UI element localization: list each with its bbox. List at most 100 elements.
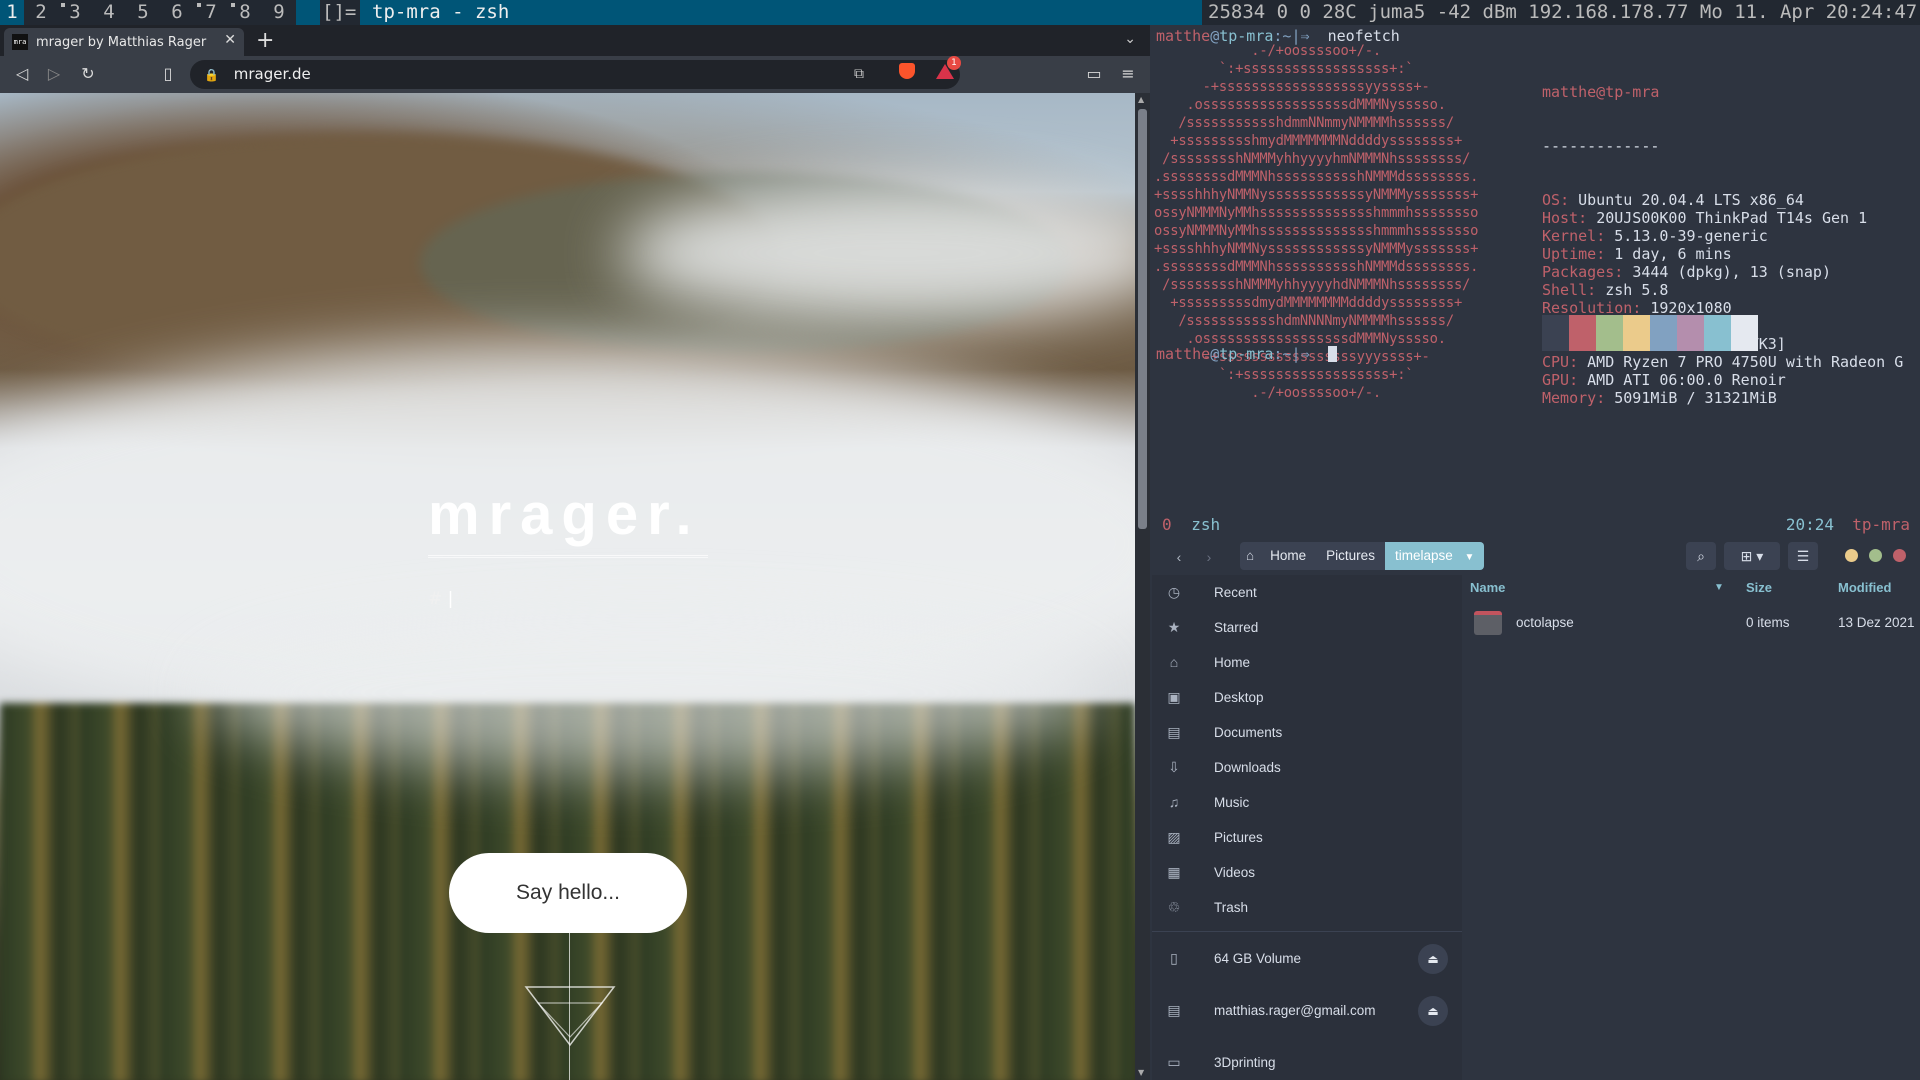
neofetch-info: matthe@tp-mra ------------- OS: Ubuntu 2… [1542,47,1903,443]
address-bar[interactable]: 🔒 mrager.de ⧉ [190,60,960,89]
ascii-line: `:+ssssssssssssssssss+:` [1154,61,1414,77]
page-scrollbar[interactable]: ▲ ▼ [1135,93,1150,1080]
trash-icon: ♲ [1167,899,1181,915]
brand-underline [428,555,708,558]
info-key: OS [1542,191,1561,209]
eject-icon[interactable]: ⏏ [1418,996,1448,1026]
browser-tab[interactable]: mra mrager by Matthias Rager ✕ [4,28,244,56]
scrollbar-thumb[interactable] [1138,109,1147,529]
home-icon: ⌂ [1169,654,1179,670]
sidebar-item-bookmark[interactable]: ▭ 3Dprinting [1152,1045,1462,1080]
info-row: Packages: 3444 (dpkg), 13 (snap) [1542,263,1831,281]
prompt-tail: :~|⇒ [1273,345,1310,363]
sidebar-item-online-account[interactable]: ▤ matthias.rager@gmail.com ⏏ [1152,993,1462,1028]
close-tab-icon[interactable]: ✕ [224,32,236,48]
scroll-down-icon[interactable]: ▼ [1138,1068,1144,1077]
sidebar-item-label: 3Dprinting [1214,1055,1276,1070]
maximize-button[interactable] [1869,549,1882,562]
hamburger-menu-icon[interactable]: ☰ [1788,542,1818,570]
sidebar-item-videos[interactable]: ▦ Videos [1152,855,1462,890]
site-favicon-icon: mra [12,34,28,50]
scroll-up-icon[interactable]: ▲ [1138,95,1144,104]
window-name[interactable]: zsh [1191,515,1220,534]
column-modified[interactable]: Modified [1838,575,1891,601]
tab-title: mrager by Matthias Rager [36,34,207,50]
home-icon[interactable]: ⌂ [1240,542,1260,570]
sidebar-item-desktop[interactable]: ▣ Desktop [1152,680,1462,715]
bookmark-icon[interactable]: ▯ [158,64,178,84]
workspace-tag-7[interactable]: 7 [194,0,228,25]
minimize-button[interactable] [1845,549,1858,562]
close-button[interactable] [1893,549,1906,562]
info-value: 1 day, 6 mins [1614,245,1732,263]
terminal-window[interactable]: matthe@tp-mra:~|⇒ neofetch .-/+oossssoo+… [1152,25,1920,537]
workspace-tag-1[interactable]: 1 [0,0,24,25]
sort-chevron-icon[interactable]: ▼ [1714,575,1724,601]
layout-symbol[interactable]: []= [320,0,360,25]
info-key: Packages [1542,263,1615,281]
menu-icon[interactable]: ≡ [1118,64,1138,84]
sidebar-item-home[interactable]: ⌂ Home [1152,645,1462,680]
chevron-down-icon[interactable]: ▼ [1465,552,1475,563]
breadcrumb-pictures[interactable]: Pictures [1316,542,1385,570]
info-row: GPU: AMD ATI 06:00.0 Renoir [1542,371,1786,389]
forward-icon[interactable]: › [1196,546,1222,568]
workspace-tag-2[interactable]: 2 [24,0,58,25]
sidebar-item-pictures[interactable]: ▨ Pictures [1152,820,1462,855]
brave-shields-icon[interactable] [899,63,915,79]
sidebar-item-documents[interactable]: ▤ Documents [1152,715,1462,750]
workspace-tag-3[interactable]: 3 [58,0,92,25]
breadcrumb-timelapse[interactable]: timelapse ▼ [1384,542,1485,570]
workspace-tag-5[interactable]: 5 [126,0,160,25]
prompt-line-current: matthe@tp-mra:~|⇒ [1156,345,1337,363]
sidebar-item-volume[interactable]: ▯ 64 GB Volume ⏏ [1152,941,1462,976]
workspace-tag-8[interactable]: 8 [228,0,262,25]
column-name[interactable]: Name [1470,575,1505,601]
info-row: CPU: AMD Ryzen 7 PRO 4750U with Radeon G [1542,353,1904,371]
back-icon[interactable]: ‹ [1166,546,1192,568]
star-icon: ★ [1167,619,1181,635]
info-row: Uptime: 1 day, 6 mins [1542,245,1732,263]
sidebar-item-starred[interactable]: ★ Starred [1152,610,1462,645]
reload-icon[interactable]: ↻ [78,64,98,84]
network-drive-icon: ▤ [1167,1002,1181,1018]
info-key: CPU [1542,353,1570,371]
breadcrumb: ⌂ Home Pictures timelapse ▼ [1240,542,1485,570]
tab-search-chevron-icon[interactable]: ⌄ [1124,31,1136,47]
new-tab-icon[interactable]: + [256,28,274,53]
palette-swatch [1704,315,1731,351]
wallet-icon[interactable]: ▭ [1084,64,1104,84]
sidebar-item-music[interactable]: ♫ Music [1152,785,1462,820]
eject-icon[interactable]: ⏏ [1418,944,1448,974]
say-hello-button[interactable]: Say hello... [449,853,687,933]
workspace-tag-4[interactable]: 4 [92,0,126,25]
brave-rewards-icon[interactable]: 1 [936,56,961,79]
sidebar-item-label: matthias.rager@gmail.com [1214,1003,1376,1018]
info-key: GPU [1542,371,1570,389]
sidebar-item-trash[interactable]: ♲ Trash [1152,890,1462,925]
places-sidebar: ◷ Recent ★ Starred ⌂ Home ▣ Desktop ▤ Documen… [1152,575,1462,1080]
palette-swatch [1623,315,1650,351]
workspace-tag-9[interactable]: 9 [262,0,296,25]
translate-icon[interactable]: ⧉ [854,60,864,89]
sidebar-item-downloads[interactable]: ⇩ Downloads [1152,750,1462,785]
sidebar-item-recent[interactable]: ◷ Recent [1152,575,1462,610]
palette-swatch [1677,315,1704,351]
workspace-tag-6[interactable]: 6 [160,0,194,25]
desktop-icon: ▣ [1167,689,1181,705]
ascii-line: /ssssssssssshdmNNNNmyNMMMMhssssss/ [1154,313,1454,329]
file-list-header: Name ▼ Size Modified [1464,575,1920,601]
column-size[interactable]: Size [1746,575,1772,601]
search-icon[interactable]: ⌕ [1686,542,1716,570]
forward-icon[interactable]: ▷ [44,64,64,84]
info-value: Ubuntu 20.04.4 LTS x86_64 [1578,191,1804,209]
view-grid-icon[interactable]: ⊞ ▾ [1724,542,1780,570]
sidebar-item-label: 64 GB Volume [1214,951,1302,966]
info-row: Memory: 5091MiB / 31321MiB [1542,389,1777,407]
file-row[interactable]: octolapse 0 items 13 Dez 2021 [1464,603,1920,643]
breadcrumb-home[interactable]: Home [1260,542,1316,570]
back-icon[interactable]: ◁ [12,64,32,84]
info-value: zsh 5.8 [1605,281,1669,299]
info-value: 3444 (dpkg), 13 (snap) [1632,263,1831,281]
info-value: 20UJS00K00 ThinkPad T14s Gen 1 [1596,209,1868,227]
